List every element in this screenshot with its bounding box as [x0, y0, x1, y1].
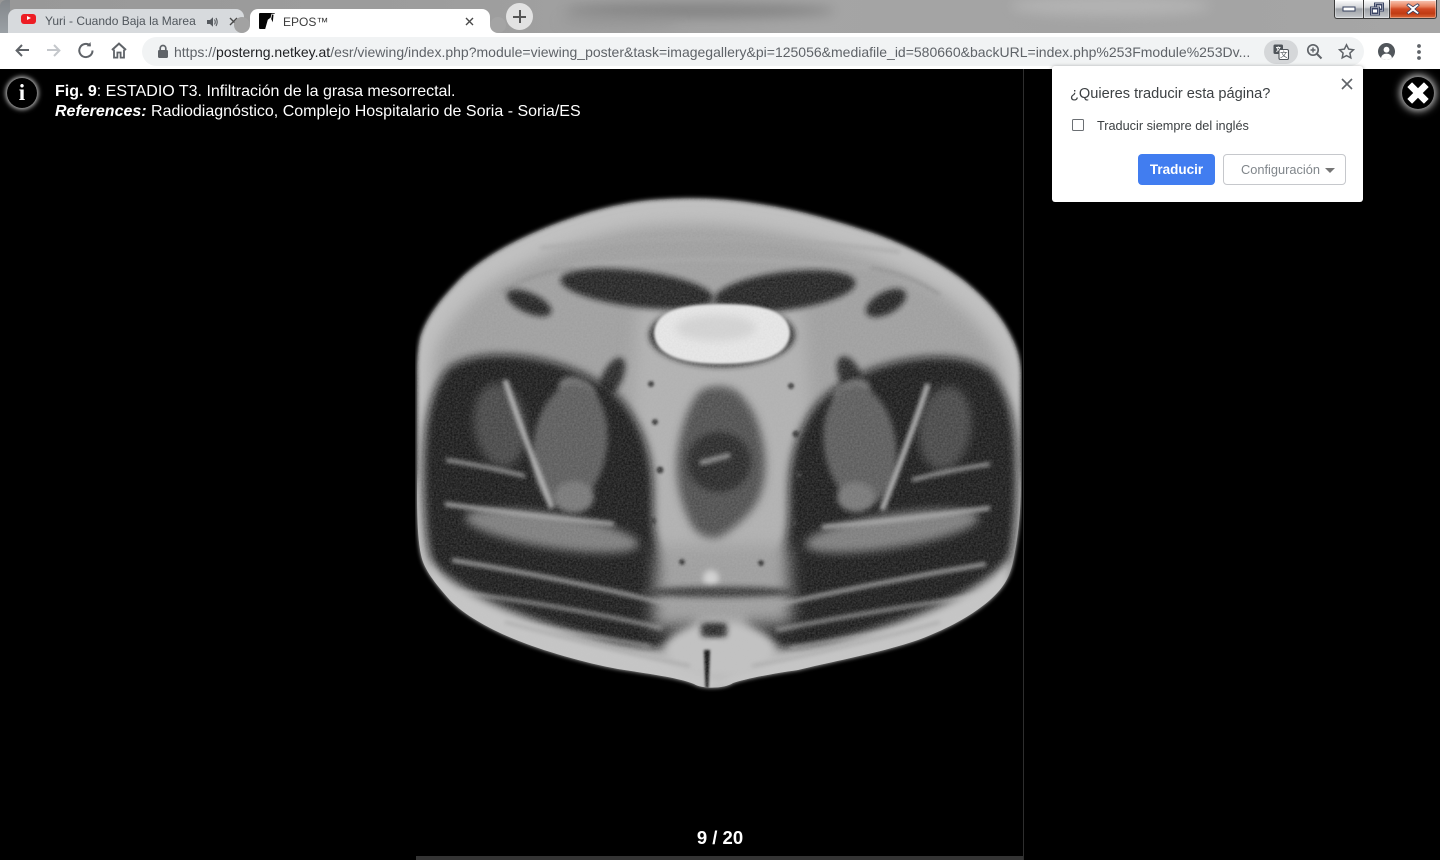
svg-text:文: 文: [1280, 49, 1288, 59]
